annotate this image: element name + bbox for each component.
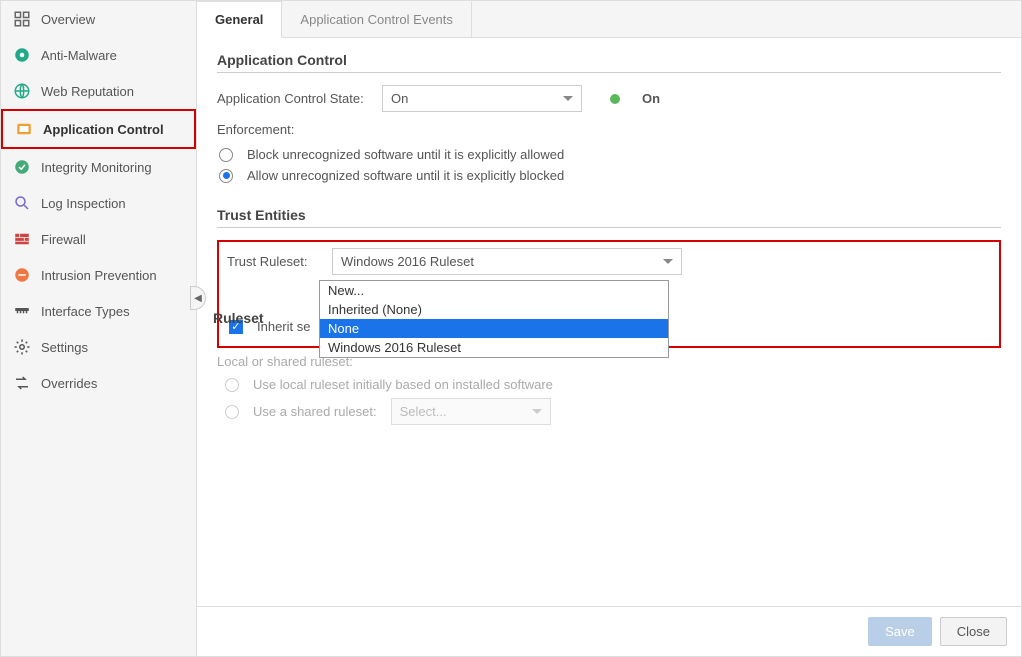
overrides-icon — [13, 374, 31, 392]
sidebar-item-loginspection[interactable]: Log Inspection — [1, 185, 196, 221]
sidebar-item-intrusion[interactable]: Intrusion Prevention — [1, 257, 196, 293]
sidebar-item-label: Anti-Malware — [41, 48, 117, 63]
chevron-down-icon — [663, 259, 673, 264]
radio-allow[interactable] — [219, 169, 233, 183]
sidebar-item-label: Intrusion Prevention — [41, 268, 157, 283]
content: Application Control Application Control … — [197, 38, 1021, 606]
sidebar-item-label: Overview — [41, 12, 95, 27]
dd-item-windows2016[interactable]: Windows 2016 Ruleset — [320, 338, 668, 357]
radio-block[interactable] — [219, 148, 233, 162]
intrusion-icon — [13, 266, 31, 284]
app-control-icon — [15, 120, 33, 138]
ruleset-heading: Ruleset — [213, 310, 264, 326]
state-label: Application Control State: — [217, 91, 372, 106]
integrity-icon — [13, 158, 31, 176]
firewall-icon — [13, 230, 31, 248]
overview-icon — [13, 10, 31, 28]
radio-allow-label: Allow unrecognized software until it is … — [247, 168, 564, 183]
main-panel: General Application Control Events Appli… — [197, 1, 1021, 656]
sidebar-item-interfacetypes[interactable]: Interface Types — [1, 293, 196, 329]
sidebar-item-overrides[interactable]: Overrides — [1, 365, 196, 401]
trust-ruleset-highlight-box: Trust Ruleset: Windows 2016 Ruleset New.… — [217, 240, 1001, 348]
chevron-down-icon — [563, 96, 573, 101]
tab-app-control-events[interactable]: Application Control Events — [282, 1, 471, 37]
sidebar-item-appcontrol[interactable]: Application Control — [1, 109, 196, 149]
close-button[interactable]: Close — [940, 617, 1007, 646]
sidebar-item-integrity[interactable]: Integrity Monitoring — [1, 149, 196, 185]
sidebar-item-overview[interactable]: Overview — [1, 1, 196, 37]
shared-ruleset-select: Select... — [391, 398, 551, 425]
sidebar-item-label: Log Inspection — [41, 196, 126, 211]
sidebar-item-label: Settings — [41, 340, 88, 355]
sidebar-item-label: Firewall — [41, 232, 86, 247]
radio-local-ruleset — [225, 378, 239, 392]
interface-icon — [13, 302, 31, 320]
shared-ruleset-placeholder: Select... — [400, 404, 447, 419]
sidebar-item-label: Integrity Monitoring — [41, 160, 152, 175]
section-app-control-title: Application Control — [217, 52, 1001, 73]
biohazard-icon — [13, 46, 31, 64]
footer: Save Close — [197, 606, 1021, 656]
log-icon — [13, 194, 31, 212]
state-status-text: On — [642, 91, 660, 106]
sidebar-item-settings[interactable]: Settings — [1, 329, 196, 365]
radio-local-label: Use local ruleset initially based on ins… — [253, 377, 553, 392]
globe-icon — [13, 82, 31, 100]
radio-shared-label: Use a shared ruleset: — [253, 404, 377, 419]
sidebar-item-label: Web Reputation — [41, 84, 134, 99]
inherit-label-partial: Inherit se — [257, 319, 310, 334]
trust-ruleset-select[interactable]: Windows 2016 Ruleset — [332, 248, 682, 275]
sidebar-item-firewall[interactable]: Firewall — [1, 221, 196, 257]
trust-ruleset-label: Trust Ruleset: — [227, 254, 322, 269]
trust-ruleset-dropdown: New... Inherited (None) None Windows 201… — [319, 280, 669, 358]
tabs: General Application Control Events — [197, 1, 1021, 38]
state-select-value: On — [391, 91, 408, 106]
section-trust-title: Trust Entities — [217, 207, 1001, 228]
save-button[interactable]: Save — [868, 617, 932, 646]
trust-ruleset-value: Windows 2016 Ruleset — [341, 254, 474, 269]
sidebar: Overview Anti-Malware Web Reputation App… — [1, 1, 197, 656]
gear-icon — [13, 338, 31, 356]
state-select[interactable]: On — [382, 85, 582, 112]
tab-general[interactable]: General — [197, 1, 282, 38]
sidebar-item-label: Application Control — [43, 122, 164, 137]
dd-item-none[interactable]: None — [320, 319, 668, 338]
radio-block-label: Block unrecognized software until it is … — [247, 147, 564, 162]
sidebar-item-label: Overrides — [41, 376, 97, 391]
radio-shared-ruleset — [225, 405, 239, 419]
sidebar-item-webreputation[interactable]: Web Reputation — [1, 73, 196, 109]
dd-item-new[interactable]: New... — [320, 281, 668, 300]
chevron-down-icon — [532, 409, 542, 414]
status-indicator — [610, 94, 620, 104]
enforcement-label: Enforcement: — [217, 122, 372, 137]
sidebar-item-antimalware[interactable]: Anti-Malware — [1, 37, 196, 73]
sidebar-item-label: Interface Types — [41, 304, 130, 319]
dd-item-inherited[interactable]: Inherited (None) — [320, 300, 668, 319]
